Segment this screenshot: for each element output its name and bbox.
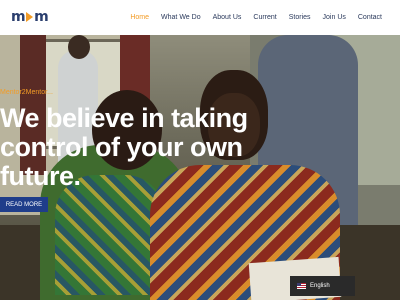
- nav-home[interactable]: Home: [130, 14, 149, 21]
- headline-line-2: control of your own: [0, 132, 243, 162]
- nav-current[interactable]: Current: [253, 14, 276, 21]
- hero-tagline: Mentor2Mentor...: [0, 89, 53, 96]
- logo-letter-m: m: [11, 9, 26, 25]
- read-more-button[interactable]: READ MORE: [0, 197, 48, 212]
- nav-contact[interactable]: Contact: [358, 14, 382, 21]
- language-selector[interactable]: English: [290, 276, 355, 296]
- site-header: m m Home What We Do About Us Current Sto…: [0, 0, 400, 35]
- photo-shirt-pattern: [55, 175, 165, 295]
- site-logo[interactable]: m m: [11, 9, 49, 25]
- headline-line-3: future.: [0, 161, 81, 191]
- language-label: English: [310, 283, 330, 289]
- us-flag-icon: [297, 283, 306, 289]
- headline-line-1: We believe in taking: [0, 103, 248, 133]
- logo-letter-m-2: m: [34, 9, 49, 25]
- nav-what-we-do[interactable]: What We Do: [161, 14, 201, 21]
- main-nav: Home What We Do About Us Current Stories…: [130, 0, 382, 35]
- hero-headline: We believe in taking control of your own…: [0, 104, 270, 191]
- nav-about-us[interactable]: About Us: [213, 14, 242, 21]
- play-icon: [26, 12, 34, 22]
- nav-stories[interactable]: Stories: [289, 14, 311, 21]
- nav-join-us[interactable]: Join Us: [323, 14, 346, 21]
- photo-man-head: [68, 35, 90, 59]
